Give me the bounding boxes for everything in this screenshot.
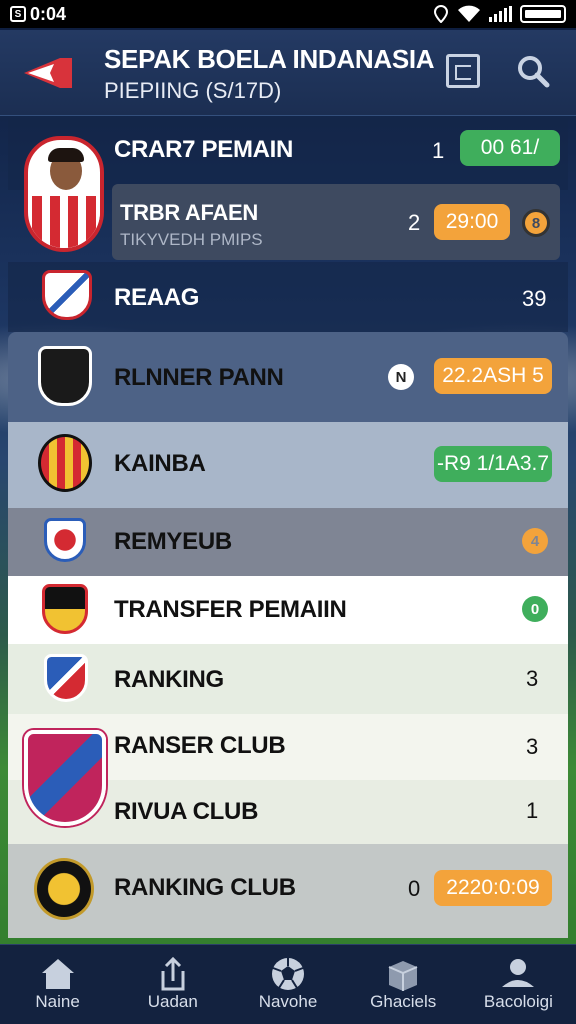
club-crest-icon	[42, 270, 92, 320]
row-title: RLNNER PANN	[114, 364, 284, 391]
time-badge: 2220:0:09	[434, 870, 552, 906]
wifi-icon	[458, 5, 480, 22]
row-title: REAAG	[114, 284, 200, 311]
row-title: TRBR AFAEN	[120, 200, 258, 225]
status-dot: N	[388, 364, 414, 390]
club-crest-icon	[44, 518, 86, 562]
home-icon	[41, 959, 74, 989]
list-item[interactable]: TRBR AFAEN TIKYVEDH PMIPS 2 29:00 8	[112, 184, 560, 260]
count-badge: 4	[522, 528, 548, 554]
box-icon	[388, 961, 418, 991]
row-number: 2	[408, 210, 421, 235]
row-number: 0	[408, 876, 421, 901]
search-icon[interactable]	[516, 54, 550, 88]
app-subtitle: PIEPIING (S/17D)	[104, 78, 282, 103]
share-icon	[161, 956, 185, 991]
list-item[interactable]: RANKING CLUB 0 2220:0:09	[8, 844, 568, 938]
app-title: SEPAK BOELA INDANASIA	[104, 44, 435, 74]
list-item[interactable]: KAINBA -R9 1/1A3.7	[8, 422, 568, 508]
profile-icon	[502, 959, 535, 987]
battery-icon	[520, 5, 566, 23]
list-item[interactable]: TRANSFER PEMAIIN 0	[8, 576, 568, 644]
ranking-list: CRAR7 PEMAIN 1 00 61/ TRBR AFAEN TIKYVED…	[8, 118, 568, 944]
row-title: REMYEUB	[114, 528, 232, 555]
row-title: CRAR7 PEMAIN	[114, 136, 294, 163]
row-title: RANKING CLUB	[114, 874, 296, 901]
row-title: RIVUA CLUB	[114, 798, 259, 825]
row-title: TRANSFER PEMAIIN	[114, 596, 347, 623]
club-crest-icon	[24, 730, 106, 826]
calendar-icon[interactable]	[446, 54, 480, 88]
club-crest-icon	[44, 654, 88, 702]
nav-home[interactable]: Naine	[0, 945, 115, 1024]
time-badge: 29:00	[434, 204, 510, 240]
app-header: SEPAK BOELA INDANASIA PIEPIING (S/17D)	[0, 30, 576, 116]
status-dot: 0	[522, 596, 548, 622]
row-number: 39	[522, 286, 547, 311]
row-number: 1	[432, 138, 445, 163]
stat-badge: 00 61/	[460, 130, 560, 166]
nav-boxes[interactable]: Ghaciels	[346, 945, 461, 1024]
nav-profile[interactable]: Bacoloigi	[461, 945, 576, 1024]
nav-label: Naine	[35, 992, 80, 1011]
club-crest-icon	[38, 346, 92, 406]
row-title: RANKING	[114, 666, 224, 693]
nav-upload[interactable]: Uadan	[115, 945, 230, 1024]
signal-icon	[489, 6, 512, 22]
row-title: RANSER CLUB	[114, 732, 286, 759]
row-subtitle: TIKYVEDH PMIPS	[120, 230, 263, 249]
list-item[interactable]: RANKING 3	[8, 644, 568, 714]
club-crest-icon	[34, 858, 94, 920]
nav-label: Bacoloigi	[483, 992, 553, 1011]
status-bar: S 0:04	[0, 0, 576, 28]
stat-badge: 22.2ASH 5	[434, 358, 552, 394]
player-avatar[interactable]	[24, 136, 104, 252]
club-crest-icon	[38, 434, 92, 492]
list-item[interactable]: RLNNER PANN N 22.2ASH 5	[8, 332, 568, 422]
list-item[interactable]: REMYEUB 4	[8, 508, 568, 576]
stat-badge: -R9 1/1A3.7	[434, 446, 552, 482]
count-badge: 8	[522, 209, 550, 237]
row-number: 3	[526, 734, 539, 759]
club-crest-icon	[42, 584, 88, 634]
row-number: 1	[526, 798, 539, 823]
app-logo-icon[interactable]	[22, 54, 76, 92]
list-item[interactable]: REAAG 39	[8, 262, 568, 332]
nav-label: Uadan	[147, 992, 198, 1011]
row-title: KAINBA	[114, 450, 206, 477]
nav-label: Navohe	[258, 992, 318, 1011]
nav-label: Ghaciels	[370, 992, 437, 1011]
location-icon	[433, 5, 449, 23]
notification-icon: S	[10, 6, 26, 22]
football-icon	[272, 958, 304, 990]
nav-football[interactable]: Navohe	[230, 945, 345, 1024]
status-time: 0:04	[30, 3, 67, 24]
row-number: 3	[526, 666, 539, 691]
bottom-nav: Naine Uadan Navohe Ghaciels Bacoloigi	[0, 944, 576, 1024]
